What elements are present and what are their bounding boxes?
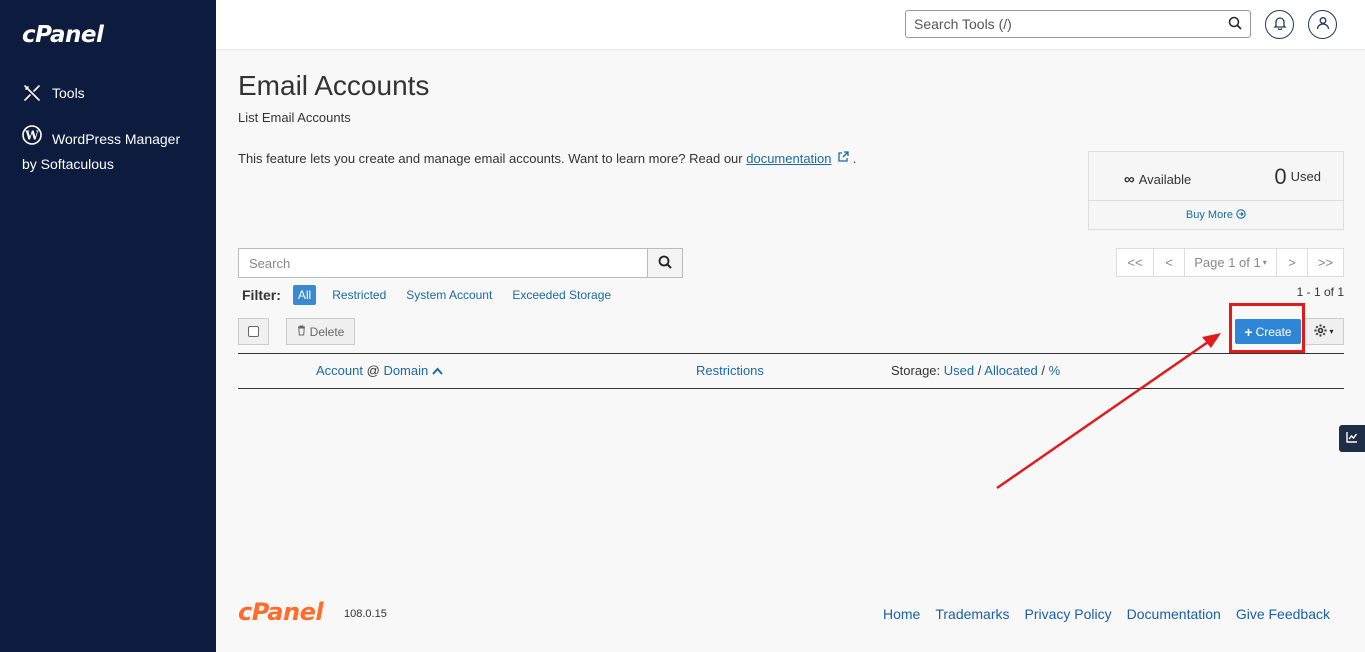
footer-privacy-link[interactable]: Privacy Policy: [1025, 606, 1112, 622]
sort-account-link[interactable]: Account: [316, 363, 363, 378]
results-count: 1 - 1 of 1: [1296, 285, 1344, 299]
storage-label: Storage:: [891, 363, 941, 378]
filter-label: Filter:: [242, 287, 281, 303]
separator: /: [977, 363, 982, 378]
search-input[interactable]: Search: [238, 248, 648, 278]
filter-all[interactable]: All: [292, 285, 317, 305]
sort-allocated-link[interactable]: Allocated: [984, 363, 1037, 378]
sort-percent-link[interactable]: %: [1049, 363, 1061, 378]
page-subtitle: List Email Accounts: [238, 110, 351, 125]
user-icon: [1316, 16, 1330, 33]
sidebar-item-label: WordPress Manager: [52, 131, 181, 147]
delete-label: Delete: [309, 324, 345, 339]
filter-system-account[interactable]: System Account: [406, 288, 492, 302]
column-storage: Storage: Used / Allocated / %: [891, 363, 1060, 378]
sidebar-item-label-2: by Softaculous: [22, 156, 114, 172]
intro-body: This feature lets you create and manage …: [238, 151, 747, 166]
first-page-button[interactable]: <<: [1116, 248, 1154, 277]
filter-restricted[interactable]: Restricted: [332, 288, 386, 302]
notifications-button[interactable]: [1265, 10, 1294, 39]
sidebar: cPanel Tools W WordPress Manager by Soft…: [0, 0, 216, 652]
infinity-icon: ∞: [1124, 171, 1135, 188]
search-button[interactable]: [647, 248, 683, 278]
footer-links: Home Trademarks Privacy Policy Documenta…: [868, 606, 1330, 622]
available-label: Available: [1138, 172, 1192, 187]
search-icon: [1228, 16, 1242, 33]
footer-documentation-link[interactable]: Documentation: [1127, 606, 1221, 622]
footer-cpanel-logo[interactable]: cPanel: [238, 598, 324, 626]
page-title: Email Accounts: [238, 70, 430, 101]
external-link-icon: [834, 151, 853, 166]
table-header: Account @ Domain Restrictions Storage: U…: [238, 353, 1344, 389]
select-all-checkbox[interactable]: [238, 318, 269, 345]
settings-dropdown-button[interactable]: ▾: [1304, 318, 1344, 345]
checkbox-box: [248, 326, 259, 337]
buy-more-link[interactable]: Buy More: [1089, 209, 1343, 221]
buy-more-label: Buy More: [1185, 209, 1233, 221]
sort-restrictions-link[interactable]: Restrictions: [696, 363, 764, 378]
version-number: 108.0.15: [344, 608, 387, 620]
used-label: Used: [1290, 169, 1321, 184]
wordpress-icon: W: [22, 125, 42, 145]
intro-end: .: [852, 151, 857, 166]
quota-panel: ∞ Available 0 Used Buy More: [1088, 151, 1344, 230]
next-page-button[interactable]: >: [1276, 248, 1308, 277]
user-menu-button[interactable]: [1308, 10, 1337, 39]
footer-home-link[interactable]: Home: [883, 606, 920, 622]
column-account-domain: Account @ Domain: [316, 363, 443, 378]
trash-icon: [297, 325, 306, 339]
svg-text:W: W: [24, 129, 39, 143]
caret-down-icon: ▾: [1262, 258, 1267, 267]
delete-button[interactable]: Delete: [286, 318, 355, 345]
sidebar-item-wordpress[interactable]: W WordPress Manager: [22, 125, 180, 153]
documentation-link[interactable]: documentation: [746, 151, 831, 166]
stats-sidebar-toggle[interactable]: [1339, 425, 1365, 452]
tools-icon: [22, 83, 42, 103]
topbar: Search Tools (/): [216, 0, 1365, 50]
available-stat: ∞ Available: [1124, 171, 1191, 188]
last-page-button[interactable]: >>: [1307, 248, 1344, 277]
filter-bar: Filter: All Restricted System Account Ex…: [242, 285, 631, 305]
footer-feedback-link[interactable]: Give Feedback: [1236, 606, 1330, 622]
cpanel-logo[interactable]: cPanel: [22, 22, 104, 48]
at-separator: @: [366, 363, 380, 378]
caret-down-icon: ▾: [1329, 327, 1334, 336]
chart-icon: [1346, 431, 1358, 446]
prev-page-button[interactable]: <: [1153, 248, 1185, 277]
separator: /: [1041, 363, 1046, 378]
used-stat: 0 Used: [1274, 164, 1321, 190]
page-label: Page 1 of 1: [1194, 255, 1261, 270]
search-tools-placeholder: Search Tools (/): [914, 16, 1012, 32]
filter-exceeded-storage[interactable]: Exceeded Storage: [512, 288, 611, 302]
search-icon: [658, 255, 672, 272]
sidebar-item-label: Tools: [52, 85, 85, 101]
footer-trademarks-link[interactable]: Trademarks: [935, 606, 1009, 622]
gear-icon: [1314, 324, 1327, 340]
chevron-up-icon: [432, 363, 443, 378]
sort-domain-link[interactable]: Domain: [383, 363, 428, 378]
sort-used-link[interactable]: Used: [944, 363, 974, 378]
used-value: 0: [1274, 164, 1287, 189]
search-tools-input[interactable]: Search Tools (/): [905, 10, 1251, 38]
annotation-highlight-box: [1229, 303, 1305, 353]
arrow-circle-icon: [1236, 209, 1246, 221]
bell-icon: [1272, 16, 1287, 33]
page-select[interactable]: Page 1 of 1 ▾: [1184, 248, 1277, 277]
sidebar-item-tools[interactable]: Tools: [22, 83, 85, 103]
intro-text: This feature lets you create and manage …: [238, 151, 856, 166]
